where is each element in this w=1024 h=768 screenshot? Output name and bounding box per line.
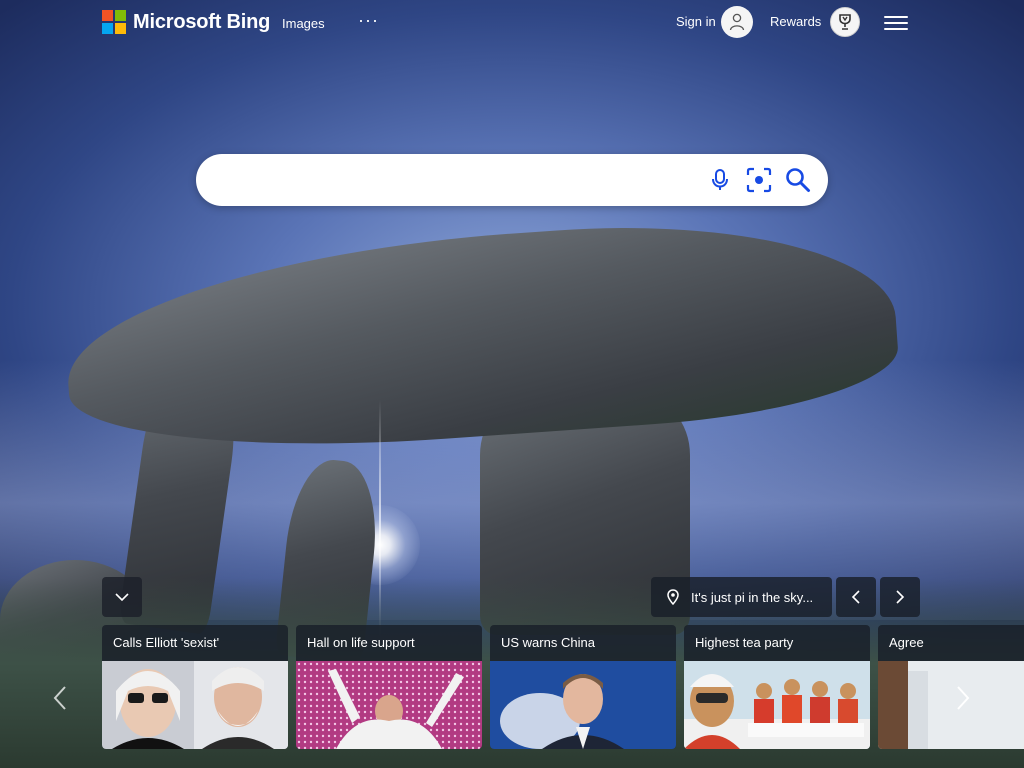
user-icon[interactable] (721, 6, 753, 38)
search-input[interactable] (218, 164, 692, 198)
news-card-image (296, 661, 482, 749)
search-icon[interactable] (784, 166, 812, 194)
more-menu-button[interactable]: ··· (358, 10, 379, 31)
brand-name: Microsoft Bing (133, 10, 271, 33)
microphone-icon[interactable] (706, 166, 734, 194)
news-card-title: Calls Elliott 'sexist' (113, 635, 220, 650)
news-card[interactable]: Calls Elliott 'sexist' (102, 625, 288, 749)
news-card-title: Highest tea party (695, 635, 794, 650)
news-card-title: Hall on life support (307, 635, 415, 650)
nav-images-link[interactable]: Images (282, 16, 325, 31)
news-card-image (102, 661, 288, 749)
rewards-link[interactable]: Rewards (770, 14, 821, 29)
image-info-button[interactable]: It's just pi in the sky... (651, 577, 832, 617)
location-pin-icon (667, 589, 679, 605)
microsoft-logo-icon (102, 10, 126, 34)
next-image-button[interactable] (880, 577, 920, 617)
camera-search-icon[interactable] (745, 166, 773, 194)
news-card[interactable]: Highest tea party (684, 625, 870, 749)
news-card-title: Agree (889, 635, 924, 650)
collapse-feed-button[interactable] (102, 577, 142, 617)
news-carousel: Calls Elliott 'sexist' Hall on life supp… (0, 625, 1024, 750)
news-card-image (490, 661, 676, 749)
news-card-title: US warns China (501, 635, 595, 650)
chevron-left-icon (53, 686, 66, 710)
chevron-right-icon (957, 686, 970, 710)
carousel-next-button[interactable] (948, 678, 978, 718)
bing-logo[interactable]: Microsoft Bing (102, 10, 270, 34)
chevron-left-icon (851, 590, 860, 604)
trophy-icon[interactable] (830, 7, 860, 37)
news-card-image (684, 661, 870, 749)
carousel-previous-button[interactable] (45, 678, 75, 718)
chevron-down-icon (115, 593, 129, 602)
previous-image-button[interactable] (836, 577, 876, 617)
header: Microsoft Bing Images ··· Sign in Reward… (0, 0, 1024, 46)
sign-in-link[interactable]: Sign in (676, 14, 716, 29)
chevron-right-icon (896, 590, 905, 604)
news-card[interactable]: Hall on life support (296, 625, 482, 749)
search-box (196, 154, 828, 206)
image-caption: It's just pi in the sky... (691, 589, 814, 605)
hamburger-icon[interactable] (884, 12, 908, 34)
news-card[interactable]: US warns China (490, 625, 676, 749)
